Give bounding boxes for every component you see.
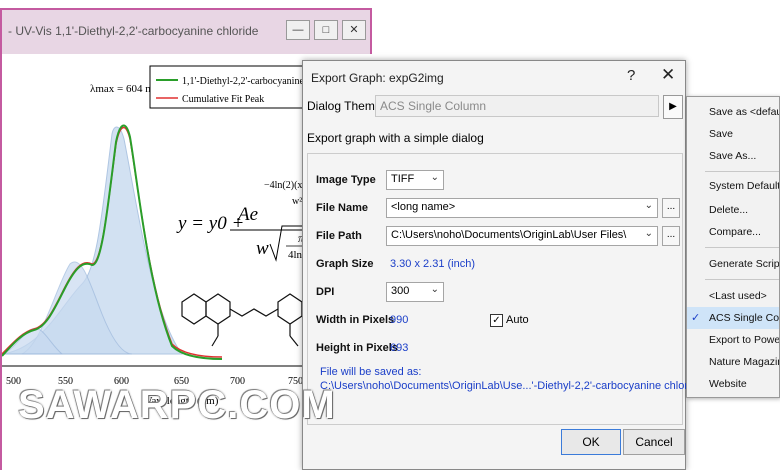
equation-exp-den: w² xyxy=(292,196,302,207)
menu-item-last-used[interactable]: <Last used> xyxy=(687,285,779,307)
export-graph-dialog: Export Graph: expG2img ? ✕ Dialog Theme … xyxy=(302,60,714,470)
file-path-label: File Path xyxy=(316,230,362,242)
menu-item-label: ACS Single Column xyxy=(709,312,780,324)
cancel-button[interactable]: Cancel xyxy=(623,429,685,455)
help-button[interactable]: ? xyxy=(627,67,635,84)
dialog-close-button[interactable]: ✕ xyxy=(661,65,675,85)
maximize-button[interactable]: □ xyxy=(314,20,338,40)
dialog-description: Export graph with a simple dialog xyxy=(307,131,484,145)
lambda-max-label: λmax = 604 nm xyxy=(90,83,160,95)
height-pixels-label: Height in Pixels xyxy=(316,342,398,354)
equation-exp: −4ln(2)(x xyxy=(264,180,302,191)
legend-fit: Cumulative Fit Peak xyxy=(182,94,264,105)
graph-window-title: - UV-Vis 1,1'-Diethyl-2,2'-carbocyanine … xyxy=(8,24,259,38)
chevron-down-icon: ⌄ xyxy=(644,228,653,239)
legend-spectrum: 1,1'-Diethyl-2,2'-carbocyanine xyxy=(182,76,304,87)
file-name-label: File Name xyxy=(316,202,368,214)
dialog-title: Export Graph: expG2img xyxy=(311,71,444,85)
menu-item-delete[interactable]: Delete... xyxy=(687,199,779,221)
minimize-button[interactable]: — xyxy=(286,20,310,40)
file-name-browse-button[interactable]: ... xyxy=(662,198,680,218)
file-path-value: C:\Users\noho\Documents\OriginLab\User F… xyxy=(391,229,627,241)
width-pixels-label: Width in Pixels xyxy=(316,314,395,326)
graph-size-label: Graph Size xyxy=(316,258,374,270)
saved-as-label: File will be saved as: xyxy=(320,366,422,378)
menu-item-compare[interactable]: Compare... xyxy=(687,221,779,243)
menu-item-generate-script[interactable]: Generate Script xyxy=(687,253,779,275)
dpi-value: 300 xyxy=(391,285,410,297)
chevron-down-icon: ⌄ xyxy=(430,172,439,183)
file-name-input[interactable]: <long name> ⌄ xyxy=(386,198,658,218)
file-name-value: <long name> xyxy=(391,201,456,213)
equation-lhs: y = y0 + xyxy=(176,213,244,234)
graph-titlebar: - UV-Vis 1,1'-Diethyl-2,2'-carbocyanine … xyxy=(2,10,370,54)
auto-label: Auto xyxy=(506,314,529,326)
height-pixels-value: 693 xyxy=(390,342,409,354)
chevron-down-icon: ⌄ xyxy=(644,200,653,211)
menu-item-website[interactable]: Website xyxy=(687,373,779,395)
menu-item-save-as-default[interactable]: Save as <default> xyxy=(687,101,779,123)
menu-separator xyxy=(705,171,779,172)
menu-separator xyxy=(705,279,779,280)
settings-panel: Image Type TIFF ⌄ File Name <long name> … xyxy=(307,153,714,425)
menu-separator xyxy=(705,247,779,248)
close-window-button[interactable]: ✕ xyxy=(342,20,366,40)
file-path-browse-button[interactable]: ... xyxy=(662,226,680,246)
width-pixels-value: 990 xyxy=(390,314,409,326)
watermark: SAWARPC.COM xyxy=(18,383,336,427)
image-type-select[interactable]: TIFF ⌄ xyxy=(386,170,444,190)
menu-item-nature-magazine[interactable]: Nature Magazine xyxy=(687,351,779,373)
dialog-theme-label: Dialog Theme xyxy=(307,99,382,113)
equation-num: Ae xyxy=(236,204,258,225)
dialog-theme-field[interactable]: ACS Single Column xyxy=(375,95,659,117)
equation-den: w xyxy=(256,238,269,259)
menu-item-save-as[interactable]: Save As... xyxy=(687,145,779,167)
theme-menu-arrow-button[interactable]: ▶ xyxy=(663,95,683,119)
menu-item-system-default[interactable]: System Default xyxy=(687,175,779,197)
file-path-input[interactable]: C:\Users\noho\Documents\OriginLab\User F… xyxy=(386,226,658,246)
dpi-label: DPI xyxy=(316,286,335,298)
menu-item-save[interactable]: Save xyxy=(687,123,779,145)
checkmark-icon: ✓ xyxy=(691,312,701,324)
image-type-value: TIFF xyxy=(391,173,415,185)
menu-item-export-powerpoint[interactable]: Export to PowerPoint xyxy=(687,329,779,351)
dpi-select[interactable]: 300 ⌄ xyxy=(386,282,444,302)
theme-context-menu: Save as <default> Save Save As... System… xyxy=(686,96,780,398)
graph-size-value: 3.30 x 2.31 (inch) xyxy=(390,258,475,270)
image-type-label: Image Type xyxy=(316,174,376,186)
equation-sqrt-den: 4ln xyxy=(288,249,303,261)
saved-as-path: C:\Users\noho\Documents\OriginLab\Use...… xyxy=(320,380,715,392)
ok-button[interactable]: OK xyxy=(561,429,621,455)
auto-checkbox[interactable]: ✓ xyxy=(490,314,503,327)
chevron-down-icon: ⌄ xyxy=(430,284,439,295)
menu-item-acs-single-column[interactable]: ✓ ACS Single Column xyxy=(687,307,780,329)
